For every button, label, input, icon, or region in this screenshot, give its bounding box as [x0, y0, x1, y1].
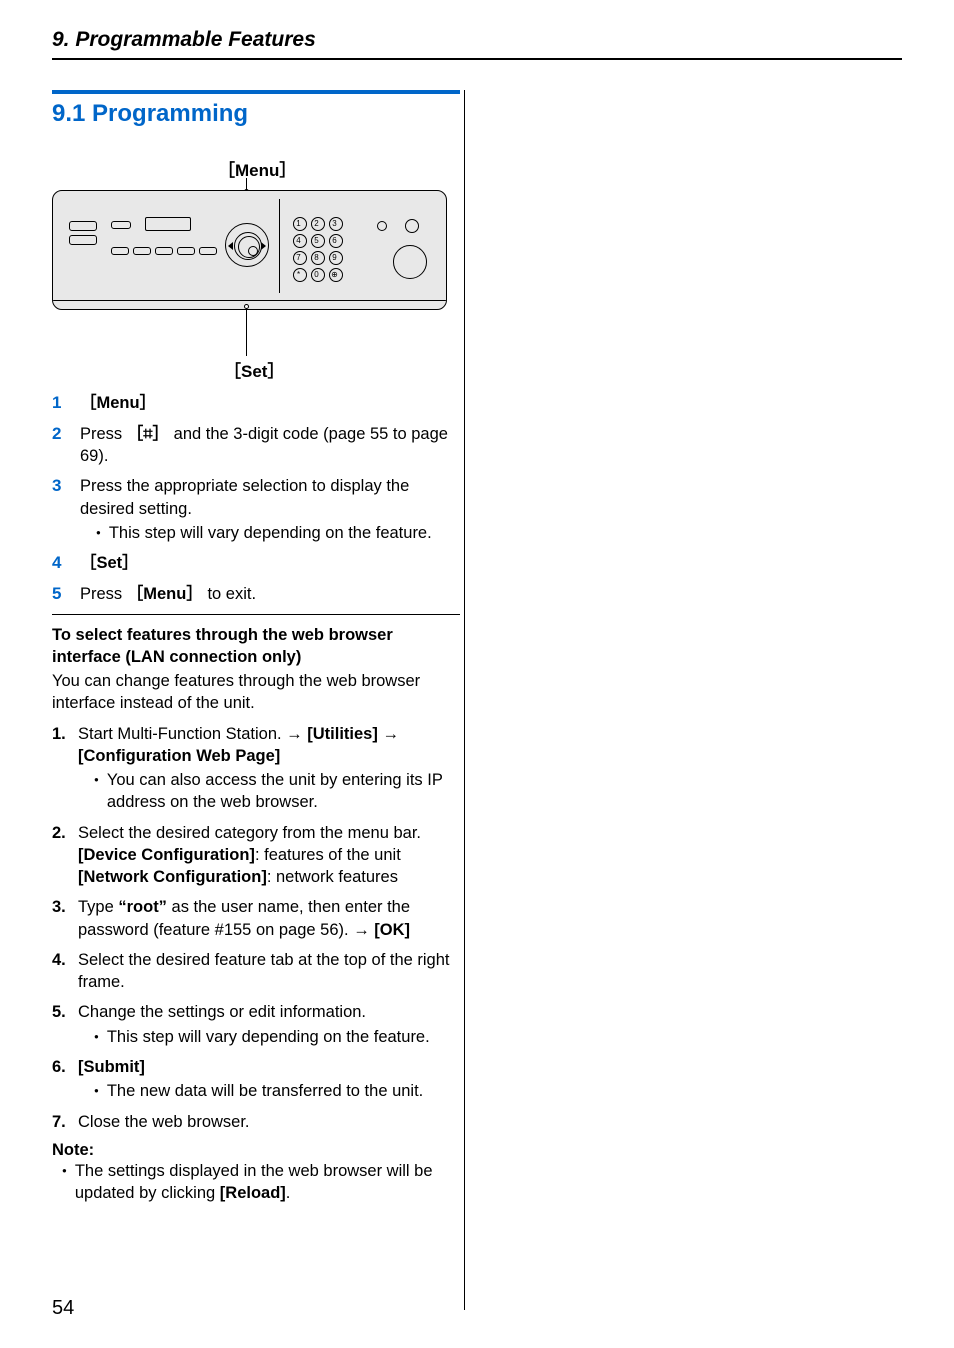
step-number: 5 — [52, 583, 80, 606]
section-title: 9.1 Programming — [52, 100, 460, 128]
chapter-title: 9. Programmable Features — [52, 28, 902, 52]
step-number: 2 — [52, 423, 80, 468]
step-number: 1 — [52, 392, 80, 415]
separator — [52, 614, 460, 615]
subsection-intro: You can change features through the web … — [52, 670, 460, 715]
step-body: ［Menu］ — [80, 392, 460, 415]
web-step: 2.Select the desired category from the m… — [52, 822, 460, 889]
step-body: Press ［⌗］ and the 3-digit code (page 55 … — [80, 423, 460, 468]
step: 4［Set］ — [52, 552, 460, 575]
step-body: Change the settings or edit information.… — [78, 1001, 460, 1048]
sub-bullet: The new data will be transferred to the … — [94, 1080, 460, 1102]
step-body: ［Set］ — [80, 552, 460, 575]
page-header: 9. Programmable Features — [52, 28, 902, 60]
web-step: 4.Select the desired feature tab at the … — [52, 949, 460, 994]
step: 1［Menu］ — [52, 392, 460, 415]
step-number: 2. — [52, 822, 78, 889]
note-bullet: The settings displayed in the web browse… — [62, 1160, 460, 1205]
callout-line — [246, 308, 247, 356]
web-step: 6.[Submit]The new data will be transferr… — [52, 1056, 460, 1103]
step-body: Press ［Menu］ to exit. — [80, 583, 460, 606]
step: 5Press ［Menu］ to exit. — [52, 583, 460, 606]
step: 2Press ［⌗］ and the 3-digit code (page 55… — [52, 423, 460, 468]
step-number: 3 — [52, 475, 80, 544]
jog-dial — [225, 223, 269, 267]
step-number: 4. — [52, 949, 78, 994]
sub-bullet: This step will vary depending on the fea… — [94, 1026, 460, 1048]
step-body: Select the desired feature tab at the to… — [78, 949, 460, 994]
step-number: 7. — [52, 1111, 78, 1133]
step-body: Close the web browser. — [78, 1111, 460, 1133]
note-heading: Note: — [52, 1141, 460, 1160]
subsection-title: To select features through the web brows… — [52, 625, 460, 668]
figure-label-menu: ［Menu］ — [218, 156, 296, 181]
web-step: 1.Start Multi-Function Station. → [Utili… — [52, 723, 460, 814]
web-steps: 1.Start Multi-Function Station. → [Utili… — [52, 723, 460, 1133]
device-figure: ［Menu］ 123456789*0⊕ ［Set］ — [52, 156, 460, 386]
step-number: 1. — [52, 723, 78, 814]
keypad: 123456789*0⊕ — [293, 215, 347, 283]
left-column: 9.1 Programming ［Menu］ 123456789*0⊕ ［Set… — [52, 90, 460, 1204]
step-body: Type “root” as the user name, then enter… — [78, 896, 460, 941]
step: 3Press the appropriate selection to disp… — [52, 475, 460, 544]
page-number: 54 — [52, 1297, 74, 1320]
column-divider — [464, 90, 465, 1310]
step-body: [Submit]The new data will be transferred… — [78, 1056, 460, 1103]
step-number: 6. — [52, 1056, 78, 1103]
step-body: Press the appropriate selection to displ… — [80, 475, 460, 544]
section-rule — [52, 90, 460, 94]
figure-label-set: ［Set］ — [224, 357, 284, 382]
device-panel: 123456789*0⊕ — [52, 190, 447, 310]
web-step: 5.Change the settings or edit informatio… — [52, 1001, 460, 1048]
sub-bullet: This step will vary depending on the fea… — [96, 522, 460, 544]
step-number: 4 — [52, 552, 80, 575]
step-number: 3. — [52, 896, 78, 941]
web-step: 3.Type “root” as the user name, then ent… — [52, 896, 460, 941]
step-number: 5. — [52, 1001, 78, 1048]
web-step: 7.Close the web browser. — [52, 1111, 460, 1133]
step-body: Start Multi-Function Station. → [Utiliti… — [78, 723, 460, 814]
sub-bullet: You can also access the unit by entering… — [94, 769, 460, 814]
numbered-steps: 1［Menu］2Press ［⌗］ and the 3-digit code (… — [52, 392, 460, 606]
step-body: Select the desired category from the men… — [78, 822, 460, 889]
